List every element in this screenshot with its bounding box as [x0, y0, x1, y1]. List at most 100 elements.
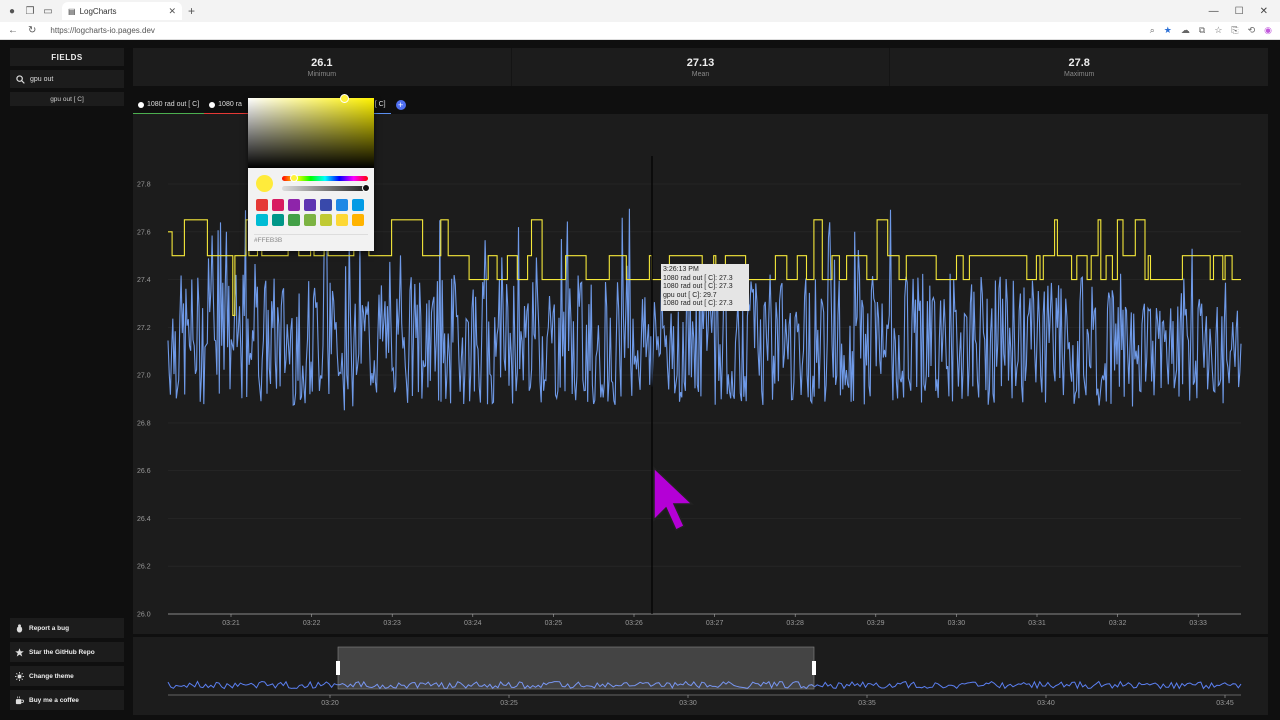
sidebar-actions: Report a bug Star the GitHub Repo Change… [10, 618, 124, 710]
copilot-icon[interactable]: ◉ [1264, 25, 1272, 36]
alpha-handle[interactable] [362, 184, 370, 192]
color-swatch[interactable] [256, 214, 268, 226]
tab-title: LogCharts [79, 6, 117, 16]
buy-coffee-button[interactable]: Buy me a coffee [10, 690, 124, 710]
series-dot-icon[interactable] [138, 101, 144, 108]
bug-icon [16, 623, 23, 633]
url-field[interactable]: https://logcharts-io.pages.dev [50, 26, 155, 35]
saturation-area[interactable] [248, 98, 374, 168]
x-tick-label: 03:26 [625, 620, 643, 627]
navigator-svg[interactable]: 03:20 03:25 03:30 03:35 03:40 03:45 [133, 637, 1268, 715]
star-repo-button[interactable]: Star the GitHub Repo [10, 642, 124, 662]
y-tick-label: 26.6 [137, 468, 151, 475]
tooltip-line: 1080 rad out [ C]: 27.3 [663, 283, 733, 291]
y-tick-label: 27.4 [137, 277, 151, 284]
tab-favicon-icon: ▤ [68, 6, 76, 16]
navigator-right-handle[interactable] [812, 661, 816, 675]
color-swatch[interactable] [272, 214, 284, 226]
add-series-button[interactable]: + [395, 100, 406, 110]
series-tab-1[interactable]: 1080 rad out [ C] [133, 96, 205, 114]
color-picker[interactable]: #FFEB3B [248, 94, 374, 251]
back-icon[interactable]: ← [8, 25, 18, 36]
fields-title: FIELDS [10, 48, 124, 66]
color-swatches [256, 199, 368, 226]
navigator-tick-label: 03:45 [1216, 700, 1234, 707]
y-tick-label: 26.4 [137, 516, 151, 523]
profile-icon[interactable]: ● [6, 5, 18, 17]
field-search[interactable] [10, 70, 124, 88]
navigator-tick-label: 03:40 [1037, 700, 1055, 707]
x-tick-label: 03:28 [786, 620, 804, 627]
address-bar: ← ↻ https://logcharts-io.pages.dev ⌕ ★ ☁… [0, 22, 1280, 40]
x-tick-label: 03:31 [1028, 620, 1046, 627]
y-tick-label: 27.0 [137, 373, 151, 380]
navigator-tick-label: 03:30 [679, 700, 697, 707]
color-swatch[interactable] [320, 199, 332, 211]
maximize-icon[interactable]: ☐ [1235, 6, 1244, 17]
color-swatch[interactable] [288, 199, 300, 211]
color-swatch[interactable] [352, 214, 364, 226]
tab-close-icon[interactable]: ✕ [168, 6, 176, 17]
search-icon [16, 74, 25, 84]
color-swatch[interactable] [304, 199, 316, 211]
stat-label: Mean [691, 70, 710, 78]
hex-input[interactable]: #FFEB3B [254, 234, 368, 246]
zoom-icon[interactable]: ⌕ [1150, 25, 1155, 36]
chart-tooltip: 3:26:13 PM 1080 rad out [ C]: 27.3 1080 … [661, 264, 749, 311]
tab-actions-icon[interactable]: ▭ [42, 5, 54, 17]
color-swatch[interactable] [336, 199, 348, 211]
collections-icon[interactable]: ⎘ [1231, 25, 1238, 36]
star-icon [15, 647, 24, 656]
refresh-icon[interactable]: ↻ [28, 25, 36, 36]
share-icon[interactable]: ⟲ [1248, 25, 1256, 36]
y-tick-label: 26.8 [137, 420, 151, 427]
color-swatch[interactable] [352, 199, 364, 211]
extension-icon[interactable]: ☁ [1181, 25, 1190, 36]
stat-label: Minimum [307, 70, 337, 78]
tooltip-line: 1080 rad out [ C]: 27.3 [663, 274, 733, 282]
navigator-tick-label: 03:20 [321, 700, 339, 707]
y-tick-label: 27.8 [137, 182, 151, 189]
search-input[interactable] [30, 75, 110, 83]
tooltip-time: 3:26:13 PM [663, 266, 699, 273]
close-window-icon[interactable]: ✕ [1260, 6, 1268, 17]
stat-value: 27.13 [686, 56, 715, 69]
x-tick-label: 03:24 [464, 620, 482, 627]
y-tick-label: 27.6 [137, 229, 151, 236]
alpha-slider[interactable] [282, 186, 368, 191]
color-swatch[interactable] [256, 199, 268, 211]
app-root: FIELDS gpu out [ C] Report a bug Star th… [0, 40, 1280, 720]
color-swatch[interactable] [336, 214, 348, 226]
tooltip-line: 1080 rad out [ C]: 27.3 [663, 300, 733, 308]
field-item-gpu-out[interactable]: gpu out [ C] [10, 92, 124, 106]
new-tab-icon[interactable]: + [188, 4, 195, 18]
stat-mean: 27.13 Mean [512, 48, 891, 86]
collections-icon[interactable]: ❐ [24, 5, 36, 17]
hue-handle[interactable] [290, 174, 298, 182]
color-preview [256, 175, 273, 192]
range-navigator[interactable]: 03:20 03:25 03:30 03:35 03:40 03:45 [133, 637, 1268, 715]
report-bug-button[interactable]: Report a bug [10, 618, 124, 638]
stat-minimum: 26.1 Minimum [133, 48, 512, 86]
sidebar: FIELDS gpu out [ C] Report a bug Star th… [10, 48, 124, 716]
stat-value: 27.8 [1068, 56, 1090, 69]
mouse-cursor-icon [653, 466, 694, 532]
x-tick-label: 03:21 [222, 620, 240, 627]
color-swatch[interactable] [288, 214, 300, 226]
stat-value: 26.1 [311, 56, 333, 69]
favorite-star-icon[interactable]: ★ [1164, 25, 1172, 36]
color-swatch[interactable] [272, 199, 284, 211]
series-dot-icon[interactable] [209, 101, 216, 108]
saturation-handle[interactable] [340, 94, 349, 103]
browser-tab[interactable]: ▤ LogCharts ✕ [62, 2, 182, 20]
extensions-icon[interactable]: ⧉ [1199, 25, 1205, 36]
navigator-selection[interactable] [337, 646, 815, 690]
color-swatch[interactable] [304, 214, 316, 226]
minimize-icon[interactable]: — [1209, 6, 1219, 17]
change-theme-button[interactable]: Change theme [10, 666, 124, 686]
favorites-icon[interactable]: ☆ [1214, 25, 1222, 36]
y-tick-label: 27.2 [137, 325, 151, 332]
stat-label: Maximum [1064, 70, 1095, 78]
navigator-left-handle[interactable] [336, 661, 340, 675]
color-swatch[interactable] [320, 214, 332, 226]
